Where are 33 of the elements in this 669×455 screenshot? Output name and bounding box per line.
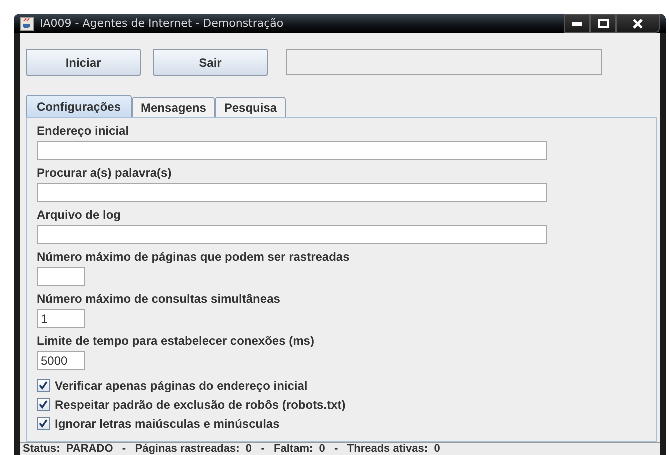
tab[interactable]: Configurações — [26, 95, 132, 117]
input-field[interactable] — [37, 183, 547, 202]
close-icon — [633, 18, 643, 28]
status-bar: Status: PARADO - Páginas rastreadas: 0 - Faltam: 0 - Threads ativas: 0 — [20, 442, 660, 455]
checkbox[interactable] — [37, 379, 50, 392]
maximize-button[interactable] — [590, 14, 616, 33]
field-label: Arquivo de log — [37, 207, 122, 223]
field-label: Número máximo de consultas simultâneas — [37, 291, 282, 307]
field-label: Limite de tempo para estabelecer conexões (ms) — [37, 333, 316, 349]
field-label: Procurar a(s) palavra(s) — [37, 165, 173, 181]
field-label: Número máximo de páginas que podem ser rastreadas — [37, 249, 351, 265]
checkbox[interactable] — [37, 398, 50, 411]
action-button[interactable]: Sair — [153, 49, 268, 76]
maximize-icon — [598, 19, 608, 28]
close-button[interactable] — [616, 14, 660, 33]
checkbox[interactable] — [37, 417, 50, 430]
input-field[interactable]: 5000 — [37, 351, 85, 370]
minimize-button[interactable] — [564, 14, 590, 33]
message-field[interactable] — [286, 49, 602, 75]
input-field[interactable] — [37, 225, 547, 244]
input-field[interactable] — [37, 267, 85, 286]
tab[interactable]: Mensagens — [132, 97, 216, 117]
checkbox-label: Ignorar letras maiúsculas e minúsculas — [55, 416, 280, 432]
checkbox-label: Verificar apenas páginas do endereço inicial — [55, 378, 308, 394]
field-label: Endereço inicial — [37, 123, 130, 139]
input-field[interactable]: 1 — [37, 309, 85, 328]
checkbox-label: Respeitar padrão de exclusão de robôs (robots.txt) — [55, 396, 346, 412]
action-button[interactable]: Iniciar — [26, 49, 141, 76]
input-field[interactable] — [37, 141, 547, 160]
window-title: IA009 - Agentes de Internet - Demonstração — [40, 17, 284, 30]
tab[interactable]: Pesquisa — [215, 97, 286, 117]
minimize-icon — [572, 22, 582, 26]
app-icon — [20, 16, 34, 30]
